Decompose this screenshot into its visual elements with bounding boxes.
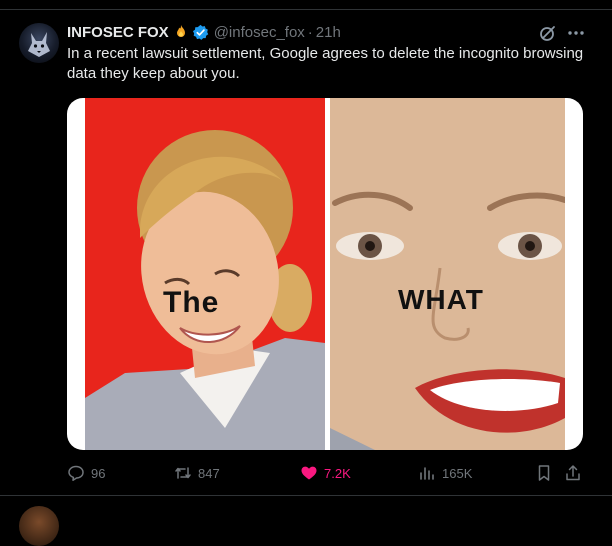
- display-name[interactable]: INFOSEC FOX: [67, 24, 169, 41]
- views-chart-icon: [420, 467, 434, 480]
- views-button[interactable]: 165K: [418, 462, 472, 484]
- tweet-header: INFOSEC FOX @infosec_fox · 21h: [67, 22, 341, 42]
- like-count: 7.2K: [324, 465, 351, 481]
- bottom-divider: [0, 495, 612, 496]
- woman-closeup-illustration: [330, 98, 565, 450]
- tweet-actions: 96 847 7.2K 165K: [67, 462, 587, 484]
- meme-panel-left: The: [85, 98, 325, 450]
- meme-caption-left: The: [163, 286, 220, 319]
- woman-smiling-illustration: [85, 130, 325, 450]
- avatar[interactable]: [19, 23, 59, 63]
- repost-icon: [175, 467, 191, 479]
- share-button[interactable]: [564, 462, 582, 484]
- bookmark-button[interactable]: [535, 462, 553, 484]
- like-button[interactable]: 7.2K: [300, 462, 351, 484]
- handle[interactable]: @infosec_fox: [214, 24, 305, 41]
- meme-panel-right: WHAT: [330, 98, 565, 450]
- reply-button[interactable]: 96: [67, 462, 105, 484]
- tweet[interactable]: INFOSEC FOX @infosec_fox · 21h In a rece…: [0, 10, 612, 495]
- repost-count: 847: [198, 465, 220, 481]
- heart-filled-icon: [301, 466, 317, 480]
- repost-button[interactable]: 847: [174, 462, 220, 484]
- fire-icon: [173, 24, 189, 40]
- reply-icon: [68, 465, 84, 481]
- more-options-icon[interactable]: [566, 23, 586, 43]
- verified-badge-icon[interactable]: [192, 24, 209, 41]
- timestamp[interactable]: 21h: [316, 24, 341, 41]
- grok-icon[interactable]: [538, 23, 558, 43]
- tweet-media-image[interactable]: The WHAT: [67, 98, 583, 450]
- next-tweet-avatar[interactable]: [19, 506, 59, 546]
- share-icon: [566, 465, 580, 481]
- separator: ·: [307, 23, 313, 41]
- fox-avatar-icon: [28, 32, 50, 57]
- bookmark-icon: [538, 465, 550, 481]
- views-count: 165K: [442, 465, 473, 481]
- meme-caption-right: WHAT: [398, 284, 484, 315]
- tweet-text: In a recent lawsuit settlement, Google a…: [67, 45, 584, 82]
- reply-count: 96: [91, 465, 106, 481]
